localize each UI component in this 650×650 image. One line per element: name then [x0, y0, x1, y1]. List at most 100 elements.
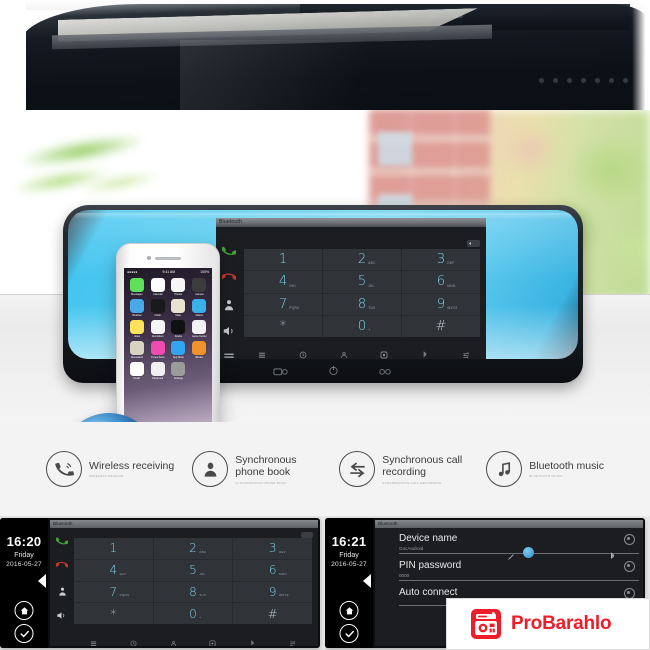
dial-key-2[interactable]: 2 ABC	[323, 249, 401, 271]
dial-key-5[interactable]: 5 JKL	[153, 559, 233, 581]
confirm-button[interactable]	[14, 624, 34, 643]
keypad-icon[interactable]	[222, 350, 236, 359]
dial-key-8[interactable]: 8 TUV	[323, 293, 401, 315]
bluetooth-icon[interactable]	[421, 346, 429, 358]
dial-key-5[interactable]: 5 JKL	[323, 271, 401, 293]
contact-icon[interactable]	[222, 298, 236, 312]
dial-key-4[interactable]: 4 GHI	[74, 559, 153, 581]
home-button[interactable]	[14, 601, 34, 620]
dial-key-6[interactable]: 6 MNO	[233, 559, 312, 581]
app-icon-label: Maps	[175, 314, 182, 317]
app-icon-maps[interactable]: Maps	[170, 299, 188, 317]
camera-left-button[interactable]	[272, 363, 289, 381]
confirm-button[interactable]	[339, 624, 359, 643]
dial-key-digit: 9	[436, 296, 446, 312]
contact-icon[interactable]	[57, 584, 68, 602]
setting-row-pin-password[interactable]: PIN password 0000	[399, 557, 639, 581]
collapse-arrow-icon[interactable]	[363, 574, 371, 588]
unit-side-actions	[50, 528, 74, 646]
dial-key-0[interactable]: 0 +	[323, 315, 401, 337]
dial-key-digit: 6	[268, 563, 277, 578]
feature-bluetooth-music: Bluetooth music BLUETOOTH MUSIC	[486, 451, 604, 487]
settings-icon[interactable]	[289, 634, 296, 646]
bluetooth-icon[interactable]	[249, 634, 256, 645]
dial-key-0[interactable]: 0 +	[153, 603, 233, 624]
dial-key-star[interactable]: *	[244, 315, 322, 337]
camera-right-button[interactable]	[378, 363, 394, 381]
dial-key-3[interactable]: 3 DEF	[233, 538, 312, 559]
menu-icon[interactable]	[90, 634, 97, 646]
watermark-text: ProBarahlo	[511, 613, 612, 634]
setting-radio-device-name[interactable]	[624, 534, 635, 545]
call-icon[interactable]	[55, 534, 70, 552]
app-icon-ibooks[interactable]: iBooks	[190, 341, 208, 359]
volume-icon[interactable]	[222, 324, 236, 338]
dial-key-1[interactable]: 1	[74, 538, 153, 559]
dial-key-1[interactable]: 1	[244, 249, 322, 271]
dial-key-4[interactable]: 4 GHI	[244, 271, 322, 293]
settings-icon[interactable]	[462, 346, 470, 359]
bluetooth-music-icon	[486, 451, 523, 487]
menu-icon[interactable]	[258, 346, 266, 358]
dial-key-9[interactable]: 9 WXYZ	[233, 581, 312, 603]
app-icon-app-store[interactable]: App Store	[170, 341, 188, 359]
app-icon-weather[interactable]: Weather	[128, 299, 146, 317]
collapse-arrow-icon[interactable]	[38, 574, 46, 588]
app-icon-tile	[150, 341, 165, 355]
app-icon-messages[interactable]: Messages	[128, 278, 146, 296]
app-icon-reminders[interactable]: Reminders	[149, 320, 167, 338]
sync-contacts-icon[interactable]	[170, 634, 177, 646]
dial-key-8[interactable]: 8 TUV	[153, 581, 233, 603]
app-icon-itunes-store[interactable]: iTunes Store	[149, 341, 167, 359]
right-white-edge	[632, 0, 650, 118]
app-icon-label: App Store	[172, 356, 184, 359]
app-icon-calendar[interactable]: Calendar	[149, 278, 167, 296]
dial-key-7[interactable]: 7 PQRS	[244, 293, 322, 315]
app-icon-tile	[192, 299, 207, 313]
home-button[interactable]	[339, 601, 359, 620]
setting-row-device-name[interactable]: Device name GocAndroid	[399, 530, 639, 554]
dial-key-hash[interactable]: #	[402, 315, 480, 337]
bluetooth-icon[interactable]	[608, 548, 617, 559]
dial-key-hash[interactable]: #	[233, 603, 312, 624]
left-white-edge	[0, 0, 26, 118]
app-icon-tile	[171, 362, 186, 376]
app-icon-videos[interactable]: Videos	[190, 299, 208, 317]
call-icon[interactable]	[221, 244, 238, 258]
app-icon-stocks[interactable]: Stocks	[170, 320, 188, 338]
lcd-title-bar: Bluetooth	[216, 218, 486, 227]
app-icon-clock[interactable]: Clock	[149, 299, 167, 317]
dial-key-star[interactable]: *	[74, 603, 153, 624]
app-icon-newsstand[interactable]: Newsstand	[128, 341, 146, 359]
power-button[interactable]	[328, 363, 339, 381]
app-icon-label: Camera	[194, 293, 204, 296]
end-call-icon[interactable]	[54, 558, 70, 576]
dial-key-letters: +	[368, 328, 371, 332]
app-icon-game-center[interactable]: Game Center	[190, 320, 208, 338]
app-icon-health[interactable]: Health	[128, 362, 146, 380]
dialpad-icon[interactable]	[209, 634, 216, 646]
backspace-icon[interactable]	[467, 240, 480, 247]
device-body-left: 16:20 Friday 2016-05-27 Bluetooth 1 2 AB…	[0, 518, 320, 648]
call-history-icon[interactable]	[130, 634, 137, 646]
dial-key-7[interactable]: 7 PQRS	[74, 581, 153, 603]
sync-contacts-icon[interactable]	[340, 346, 348, 359]
phone-screen: ●●●●● 9:41 AM 100% Messages Calendar Photo…	[124, 268, 212, 422]
dial-key-2[interactable]: 2 ABC	[153, 538, 233, 559]
volume-icon[interactable]	[56, 608, 67, 626]
setting-radio-pin-password[interactable]	[624, 561, 635, 572]
feature-label: Wireless receiving	[89, 459, 175, 472]
app-icon-settings[interactable]: Settings	[170, 362, 188, 380]
app-icon-notes[interactable]: Notes	[128, 320, 146, 338]
end-call-icon[interactable]	[220, 270, 238, 284]
dial-key-6[interactable]: 6 MNO	[402, 271, 480, 293]
app-icon-photos[interactable]: Photos	[170, 278, 188, 296]
dial-key-digit: 2	[189, 541, 197, 556]
edit-icon[interactable]	[507, 548, 516, 560]
dial-key-3[interactable]: 3 DEF	[402, 249, 480, 271]
dialpad-icon[interactable]	[380, 346, 388, 359]
app-icon-camera[interactable]: Camera	[190, 278, 208, 296]
call-history-icon[interactable]	[299, 346, 307, 359]
dial-key-9[interactable]: 9 WXYZ	[402, 293, 480, 315]
app-icon-passbook[interactable]: Passbook	[149, 362, 167, 380]
